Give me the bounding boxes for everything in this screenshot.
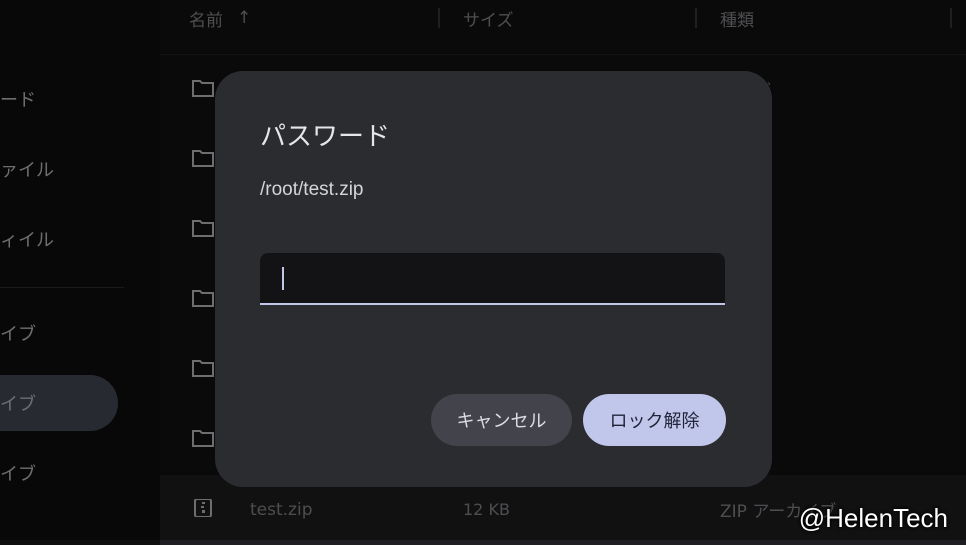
password-input[interactable] <box>260 253 725 305</box>
text-caret <box>282 267 284 290</box>
password-dialog: パスワード /root/test.zip キャンセル ロック解除 <box>215 71 772 487</box>
unlock-button[interactable]: ロック解除 <box>583 394 726 446</box>
watermark: @HelenTech <box>798 503 948 533</box>
cancel-button[interactable]: キャンセル <box>431 394 572 446</box>
dialog-file-path: /root/test.zip <box>260 179 364 200</box>
dialog-title: パスワード <box>260 122 391 152</box>
